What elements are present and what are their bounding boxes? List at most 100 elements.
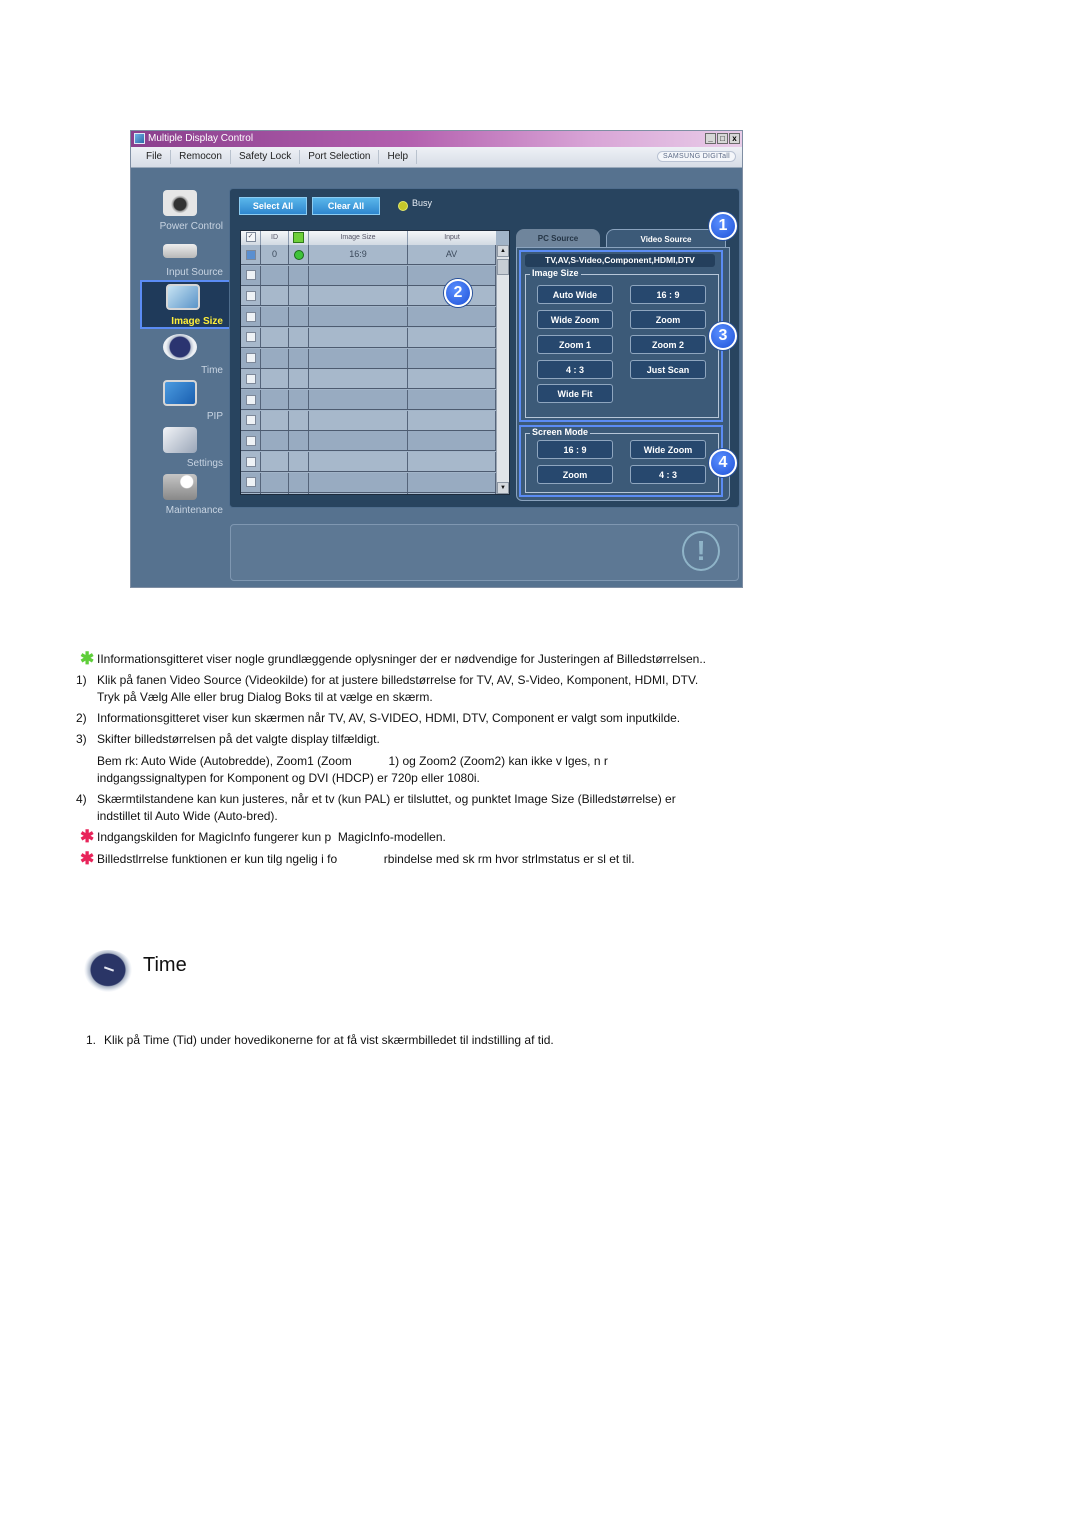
sidebar-item-input-source[interactable]: Input Source — [139, 234, 229, 278]
minimize-button[interactable]: _ — [705, 133, 716, 144]
screen-mode-group: Screen Mode 16 : 9 Wide Zoom Zoom 4 : 3 — [525, 427, 719, 493]
option-zoom-1-button[interactable]: Zoom 1 — [537, 335, 613, 354]
cell-id — [261, 431, 289, 451]
title-bar: Multiple Display Control _ □ x — [131, 131, 742, 147]
cell-status — [289, 410, 309, 430]
maximize-button[interactable]: □ — [717, 133, 728, 144]
section-title: Time — [143, 954, 187, 976]
menu-safety-lock[interactable]: Safety Lock — [231, 150, 301, 164]
scroll-thumb[interactable] — [497, 259, 509, 275]
row-checkbox-cell[interactable] — [241, 369, 261, 389]
maintenance-icon — [163, 474, 197, 500]
cell-image-size — [309, 369, 408, 389]
row-checkbox-cell[interactable] — [241, 265, 261, 285]
cell-input — [408, 307, 496, 327]
option-wide-zoom-button[interactable]: Wide Zoom — [537, 310, 613, 329]
row-checkbox[interactable] — [245, 394, 256, 405]
clear-all-button[interactable]: Clear All — [312, 197, 380, 215]
sidebar-item-settings[interactable]: Settings — [139, 425, 229, 469]
row-checkbox-cell[interactable] — [241, 431, 261, 451]
cell-image-size — [309, 307, 408, 327]
table-row[interactable] — [241, 307, 496, 328]
cell-id — [261, 307, 289, 327]
note-line: Tryk på Vælg Alle eller brug Dialog Boks… — [97, 690, 433, 704]
sidebar-item-maintenance[interactable]: Maintenance — [139, 472, 229, 516]
option-auto-wide-button[interactable]: Auto Wide — [537, 285, 613, 304]
mode-wide-zoom-button[interactable]: Wide Zoom — [630, 440, 706, 459]
row-checkbox[interactable] — [245, 435, 256, 446]
row-checkbox-cell[interactable] — [241, 493, 261, 494]
option-16-9-button[interactable]: 16 : 9 — [630, 285, 706, 304]
menu-help[interactable]: Help — [379, 150, 418, 164]
note-remark-line: indgangssignaltypen for Komponent og DVI… — [97, 771, 480, 785]
warning-star-icon: ✱ — [80, 827, 95, 846]
row-checkbox[interactable] — [245, 415, 256, 426]
table-row[interactable] — [241, 410, 496, 431]
grid-scrollbar[interactable]: ▲ ▼ — [496, 245, 509, 494]
table-row[interactable] — [241, 431, 496, 452]
row-checkbox-cell[interactable] — [241, 410, 261, 430]
row-checkbox-cell[interactable] — [241, 348, 261, 368]
cell-status — [289, 265, 309, 285]
tab-pc-source[interactable]: PC Source — [516, 229, 600, 247]
tab-video-source[interactable]: Video Source — [606, 229, 726, 248]
select-all-button[interactable]: Select All — [239, 197, 307, 215]
row-checkbox-cell[interactable] — [241, 389, 261, 409]
cell-id — [261, 452, 289, 471]
option-zoom-2-button[interactable]: Zoom 2 — [630, 335, 706, 354]
mode-zoom-button[interactable]: Zoom — [537, 465, 613, 484]
sidebar-item-time[interactable]: Time — [139, 332, 229, 376]
row-checkbox-cell[interactable] — [241, 307, 261, 327]
mode-16-9-button[interactable]: 16 : 9 — [537, 440, 613, 459]
busy-label: Busy — [412, 198, 433, 208]
row-checkbox[interactable] — [245, 311, 256, 322]
table-row[interactable] — [241, 493, 496, 494]
note-number: 1) — [76, 673, 87, 687]
cell-image-size — [309, 348, 408, 368]
header-select-all-checkbox[interactable]: ✓ — [241, 231, 261, 245]
table-row[interactable] — [241, 389, 496, 410]
table-row[interactable] — [241, 348, 496, 369]
cell-id — [261, 369, 289, 389]
row-checkbox[interactable] — [245, 456, 256, 467]
row-checkbox-cell[interactable] — [241, 452, 261, 471]
row-checkbox-cell[interactable] — [241, 245, 261, 264]
row-checkbox[interactable] — [245, 353, 256, 364]
scroll-down-arrow-icon[interactable]: ▼ — [497, 482, 509, 494]
step-number: 1. — [86, 1033, 97, 1047]
row-checkbox-cell[interactable] — [241, 327, 261, 347]
note-number: 3) — [76, 732, 87, 746]
row-checkbox[interactable] — [245, 249, 256, 260]
row-checkbox[interactable] — [245, 373, 256, 384]
table-row[interactable] — [241, 472, 496, 493]
sidebar-item-image-size[interactable]: Image Size — [140, 280, 231, 329]
row-checkbox[interactable] — [245, 291, 256, 302]
row-checkbox-cell[interactable] — [241, 472, 261, 492]
scroll-up-arrow-icon[interactable]: ▲ — [497, 245, 509, 257]
table-row[interactable] — [241, 452, 496, 472]
callout-3-badge: 3 — [709, 322, 737, 350]
sidebar-item-label: Image Size — [171, 316, 223, 327]
option-4-3-button[interactable]: 4 : 3 — [537, 360, 613, 379]
sidebar-item-pip[interactable]: PIP — [139, 378, 229, 422]
option-wide-fit-button[interactable]: Wide Fit — [537, 384, 613, 403]
option-just-scan-button[interactable]: Just Scan — [630, 360, 706, 379]
row-checkbox[interactable] — [245, 332, 256, 343]
table-row[interactable] — [241, 369, 496, 390]
mode-4-3-button[interactable]: 4 : 3 — [630, 465, 706, 484]
row-checkbox[interactable] — [245, 270, 256, 281]
note-number: 2) — [76, 711, 87, 725]
option-zoom-button[interactable]: Zoom — [630, 310, 706, 329]
menu-port-selection[interactable]: Port Selection — [300, 150, 380, 164]
menu-remocon[interactable]: Remocon — [171, 150, 231, 164]
table-row[interactable] — [241, 327, 496, 348]
cell-id: 0 — [261, 245, 289, 264]
row-checkbox[interactable] — [245, 477, 256, 488]
row-checkbox-cell[interactable] — [241, 286, 261, 306]
close-button[interactable]: x — [729, 133, 740, 144]
table-row[interactable]: 0 16:9 AV — [241, 245, 496, 265]
menu-bar: File Remocon Safety Lock Port Selection … — [131, 147, 742, 168]
sidebar-item-power-control[interactable]: Power Control — [139, 188, 229, 232]
menu-file[interactable]: File — [131, 150, 172, 164]
cell-input — [408, 389, 496, 409]
